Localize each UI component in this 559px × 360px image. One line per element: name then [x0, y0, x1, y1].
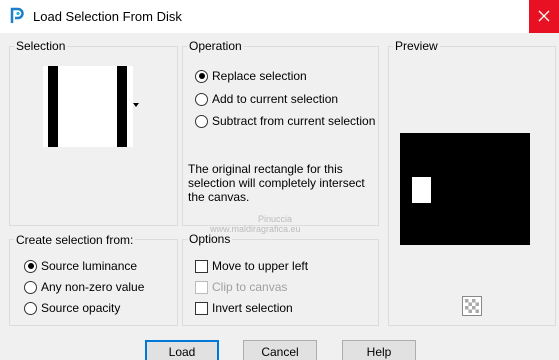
- radio-source-opacity[interactable]: Source opacity: [24, 299, 120, 317]
- radio-button[interactable]: [24, 301, 37, 315]
- radio-subtract-selection[interactable]: Subtract from current selection: [195, 112, 375, 130]
- checkbox[interactable]: [195, 259, 208, 273]
- watermark: Pinuccia www.maldiragrafica.eu: [210, 214, 301, 234]
- selection-group-title: Selection: [14, 39, 68, 53]
- radio-button[interactable]: [24, 280, 37, 294]
- thumbnail-bar-right: [117, 66, 127, 147]
- checkbox: [195, 280, 208, 294]
- radio-button[interactable]: [24, 259, 37, 273]
- radio-source-luminance[interactable]: Source luminance: [24, 257, 137, 275]
- checkbox-clip-to-canvas: Clip to canvas: [195, 278, 287, 296]
- close-button[interactable]: [529, 0, 559, 33]
- cancel-button[interactable]: Cancel: [243, 340, 317, 360]
- radio-add-to-selection[interactable]: Add to current selection: [195, 90, 338, 108]
- checkbox-label: Invert selection: [212, 301, 293, 315]
- window-title: Load Selection From Disk: [33, 9, 182, 24]
- preview-group-title: Preview: [393, 39, 440, 53]
- preview-selection-rect: [412, 177, 431, 203]
- selection-thumbnail[interactable]: [43, 66, 133, 147]
- watermark-line2: www.maldiragrafica.eu: [210, 224, 301, 234]
- radio-label: Replace selection: [212, 69, 307, 83]
- options-group-title: Options: [187, 232, 233, 246]
- radio-replace-selection[interactable]: Replace selection: [195, 67, 307, 85]
- title-bar: Load Selection From Disk: [0, 0, 559, 33]
- thumbnail-bar-left: [48, 66, 58, 147]
- radio-label: Add to current selection: [212, 92, 339, 106]
- watermark-line1: Pinuccia: [258, 214, 293, 224]
- radio-any-nonzero[interactable]: Any non-zero value: [24, 278, 144, 296]
- help-button[interactable]: Help: [342, 340, 416, 360]
- checkerboard-icon[interactable]: [462, 296, 482, 316]
- preview-canvas: [400, 133, 530, 245]
- operation-group-title: Operation: [187, 39, 244, 53]
- radio-label: Any non-zero value: [41, 280, 145, 294]
- checkbox-invert-selection[interactable]: Invert selection: [195, 299, 293, 317]
- radio-label: Subtract from current selection: [212, 114, 376, 128]
- radio-button[interactable]: [195, 114, 208, 128]
- app-icon: [9, 7, 25, 25]
- create-selection-group-title: Create selection from:: [14, 233, 136, 247]
- close-icon: [538, 10, 550, 22]
- checkbox-label: Clip to canvas: [212, 280, 288, 294]
- checkbox[interactable]: [195, 301, 208, 315]
- radio-label: Source opacity: [41, 301, 121, 315]
- load-button[interactable]: Load: [145, 340, 219, 360]
- checkbox-label: Move to upper left: [212, 259, 309, 273]
- radio-button[interactable]: [195, 69, 208, 83]
- operation-note: The original rectangle for this selectio…: [188, 162, 365, 204]
- dropdown-arrow-icon[interactable]: [133, 103, 139, 107]
- checkbox-move-upper-left[interactable]: Move to upper left: [195, 257, 308, 275]
- radio-label: Source luminance: [41, 259, 138, 273]
- radio-button[interactable]: [195, 92, 208, 106]
